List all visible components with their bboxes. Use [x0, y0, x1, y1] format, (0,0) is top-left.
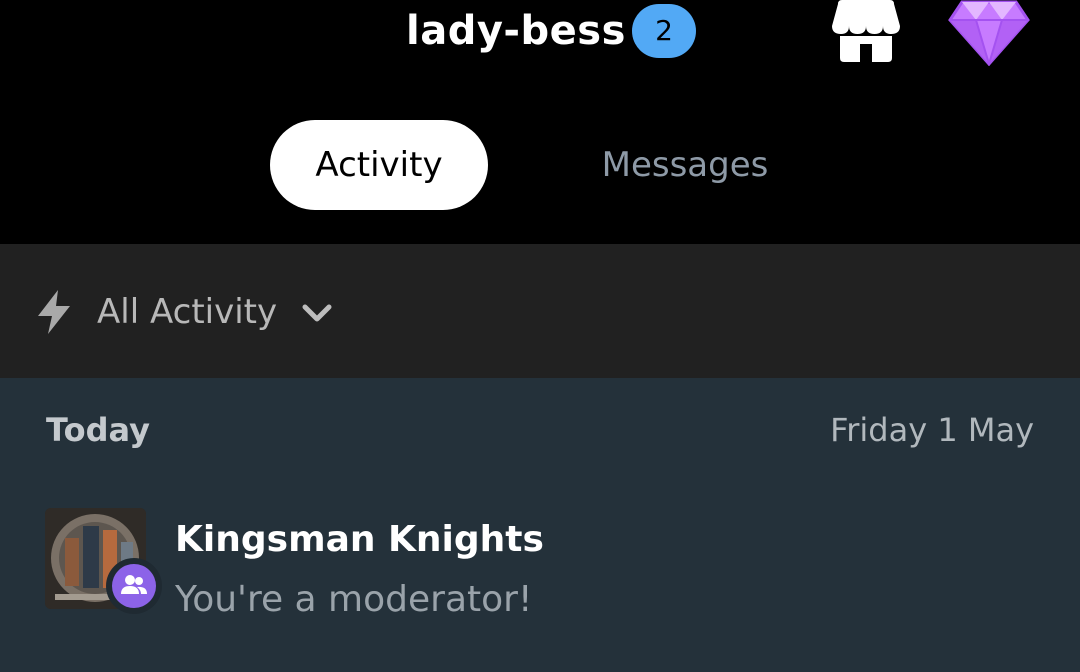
notification-count-badge[interactable]: 2 — [632, 4, 696, 58]
moderator-badge — [106, 558, 162, 614]
top-bar: lady-bess 2 Activity Messages — [0, 0, 1080, 244]
gem-icon[interactable] — [948, 0, 1030, 66]
tab-messages[interactable]: Messages — [586, 120, 784, 210]
chevron-down-icon[interactable] — [300, 300, 334, 326]
activity-item-subtitle[interactable]: You're a moderator! — [175, 578, 532, 622]
tab-activity[interactable]: Activity — [270, 120, 488, 210]
section-date: Friday 1 May — [830, 411, 1034, 449]
moderator-icon — [121, 575, 147, 594]
activity-item-title[interactable]: Kingsman Knights — [175, 518, 544, 562]
filter-label[interactable]: All Activity — [97, 290, 277, 334]
username-title[interactable]: lady-bess — [406, 8, 626, 54]
shop-icon[interactable] — [832, 0, 900, 62]
bolt-icon — [38, 290, 70, 334]
section-heading-today: Today — [46, 411, 150, 449]
